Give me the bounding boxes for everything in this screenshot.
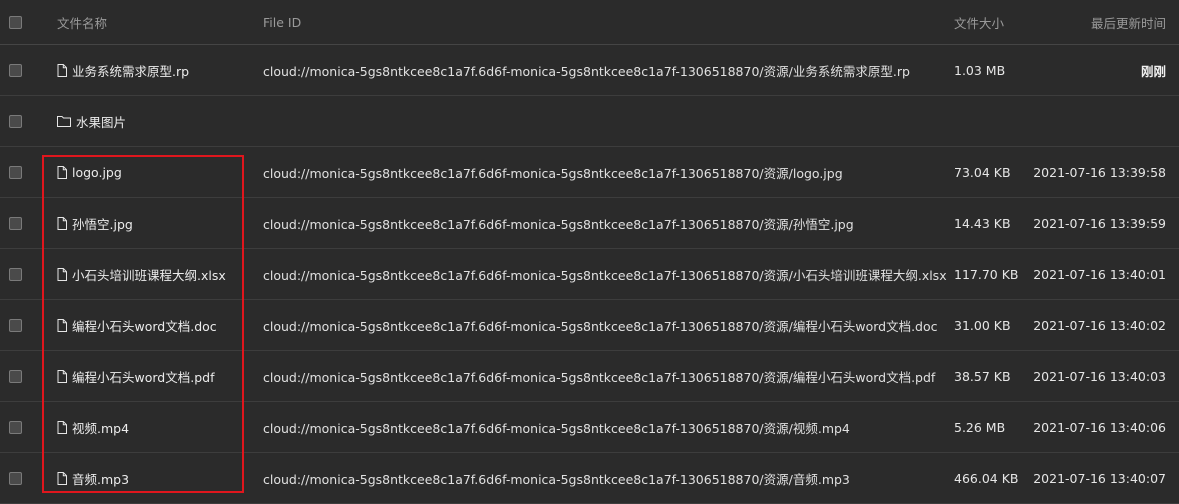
file-icon (57, 471, 67, 485)
row-size: 38.57 KB (954, 368, 1011, 384)
row-name[interactable]: 视频.mp4 (57, 402, 129, 452)
row-updated: 2021-07-16 13:39:58 (1033, 164, 1166, 180)
row-checkbox[interactable] (9, 114, 22, 128)
row-name[interactable]: 编程小石头word文档.pdf (57, 351, 214, 401)
select-all-checkbox[interactable] (9, 15, 22, 29)
file-icon (57, 165, 67, 179)
row-file-id: cloud://monica-5gs8ntkcee8c1a7f.6d6f-mon… (263, 267, 947, 283)
file-row[interactable]: 小石头培训班课程大纲.xlsx cloud://monica-5gs8ntkcee… (0, 249, 1179, 300)
file-icon (57, 318, 67, 332)
row-size: 117.70 KB (954, 266, 1019, 282)
row-file-id: cloud://monica-5gs8ntkcee8c1a7f.6d6f-mon… (263, 216, 854, 232)
row-check-cell (9, 45, 25, 95)
header-size[interactable]: 文件大小 (954, 0, 1004, 44)
row-check-cell (9, 249, 25, 299)
row-check-cell (9, 147, 25, 197)
header-updated[interactable]: 最后更新时间 (1091, 0, 1166, 44)
file-row[interactable]: 视频.mp4 cloud://monica-5gs8ntkcee8c1a7f.6d… (0, 402, 1179, 453)
table-header: 文件名称 File ID 文件大小 最后更新时间 (0, 0, 1179, 45)
row-name[interactable]: 编程小石头word文档.doc (57, 300, 217, 350)
row-updated: 2021-07-16 13:40:07 (1033, 470, 1166, 486)
file-row[interactable]: 音频.mp3 cloud://monica-5gs8ntkcee8c1a7f.6d… (0, 453, 1179, 504)
row-file-id: cloud://monica-5gs8ntkcee8c1a7f.6d6f-mon… (263, 369, 936, 385)
row-file-id: cloud://monica-5gs8ntkcee8c1a7f.6d6f-mon… (263, 471, 850, 487)
row-name[interactable]: 水果图片 (57, 96, 126, 146)
row-size: 5.26 MB (954, 419, 1006, 435)
file-row[interactable]: 业务系统需求原型.rp cloud://monica-5gs8ntkcee8c1a… (0, 45, 1179, 96)
row-updated: 2021-07-16 13:39:59 (1033, 215, 1166, 231)
row-name[interactable]: 孙悟空.jpg (57, 198, 133, 248)
folder-icon (57, 115, 71, 127)
row-name-text[interactable]: 视频.mp4 (72, 418, 129, 437)
row-updated: 2021-07-16 13:40:01 (1033, 266, 1166, 282)
row-checkbox[interactable] (9, 369, 22, 383)
row-checkbox[interactable] (9, 63, 22, 77)
row-updated: 2021-07-16 13:40:06 (1033, 419, 1166, 435)
row-name-text[interactable]: 孙悟空.jpg (72, 214, 133, 233)
file-row[interactable]: 编程小石头word文档.doc cloud://monica-5gs8ntkcee… (0, 300, 1179, 351)
file-icon (57, 63, 67, 77)
row-check-cell (9, 96, 25, 146)
row-size: 466.04 KB (954, 470, 1019, 486)
row-size: 14.43 KB (954, 215, 1011, 231)
row-size: 1.03 MB (954, 62, 1006, 78)
file-table: 文件名称 File ID 文件大小 最后更新时间 业务系统需求原型.rp clou… (0, 0, 1179, 504)
file-row[interactable]: logo.jpg cloud://monica-5gs8ntkcee8c1a7f.… (0, 147, 1179, 198)
row-checkbox[interactable] (9, 420, 22, 434)
row-size: 73.04 KB (954, 164, 1011, 180)
file-icon (57, 420, 67, 434)
row-name-text[interactable]: 小石头培训班课程大纲.xlsx (72, 265, 226, 284)
row-checkbox[interactable] (9, 471, 22, 485)
file-icon (57, 369, 67, 383)
row-updated: 2021-07-16 13:40:03 (1033, 368, 1166, 384)
header-name[interactable]: 文件名称 (57, 0, 107, 44)
row-file-id: cloud://monica-5gs8ntkcee8c1a7f.6d6f-mon… (263, 420, 850, 436)
row-name[interactable]: 小石头培训班课程大纲.xlsx (57, 249, 226, 299)
row-updated: 2021-07-16 13:40:02 (1033, 317, 1166, 333)
row-name[interactable]: 音频.mp3 (57, 453, 129, 503)
table-body: 业务系统需求原型.rp cloud://monica-5gs8ntkcee8c1a… (0, 45, 1179, 504)
row-checkbox[interactable] (9, 318, 22, 332)
row-updated: 刚刚 (1140, 63, 1166, 79)
row-check-cell (9, 351, 25, 401)
row-checkbox[interactable] (9, 216, 22, 230)
file-row[interactable]: 编程小石头word文档.pdf cloud://monica-5gs8ntkcee… (0, 351, 1179, 402)
row-name-text[interactable]: 编程小石头word文档.pdf (72, 367, 214, 386)
file-row[interactable]: 孙悟空.jpg cloud://monica-5gs8ntkcee8c1a7f.6… (0, 198, 1179, 249)
folder-row[interactable]: 水果图片 (0, 96, 1179, 147)
row-name-text[interactable]: 业务系统需求原型.rp (72, 61, 189, 80)
row-file-id: cloud://monica-5gs8ntkcee8c1a7f.6d6f-mon… (263, 63, 910, 79)
row-name-text[interactable]: 水果图片 (76, 112, 126, 131)
row-name-text[interactable]: logo.jpg (72, 165, 122, 180)
select-all-cell (9, 0, 25, 44)
row-name[interactable]: logo.jpg (57, 147, 122, 197)
row-name[interactable]: 业务系统需求原型.rp (57, 45, 189, 95)
row-check-cell (9, 300, 25, 350)
row-name-text[interactable]: 编程小石头word文档.doc (72, 316, 217, 335)
row-checkbox[interactable] (9, 165, 22, 179)
header-file-id: File ID (263, 14, 302, 30)
row-check-cell (9, 198, 25, 248)
row-file-id: cloud://monica-5gs8ntkcee8c1a7f.6d6f-mon… (263, 165, 843, 181)
row-checkbox[interactable] (9, 267, 22, 281)
row-size: 31.00 KB (954, 317, 1011, 333)
file-icon (57, 216, 67, 230)
file-icon (57, 267, 67, 281)
row-check-cell (9, 402, 25, 452)
row-name-text[interactable]: 音频.mp3 (72, 469, 129, 488)
row-check-cell (9, 453, 25, 503)
row-file-id: cloud://monica-5gs8ntkcee8c1a7f.6d6f-mon… (263, 318, 938, 334)
